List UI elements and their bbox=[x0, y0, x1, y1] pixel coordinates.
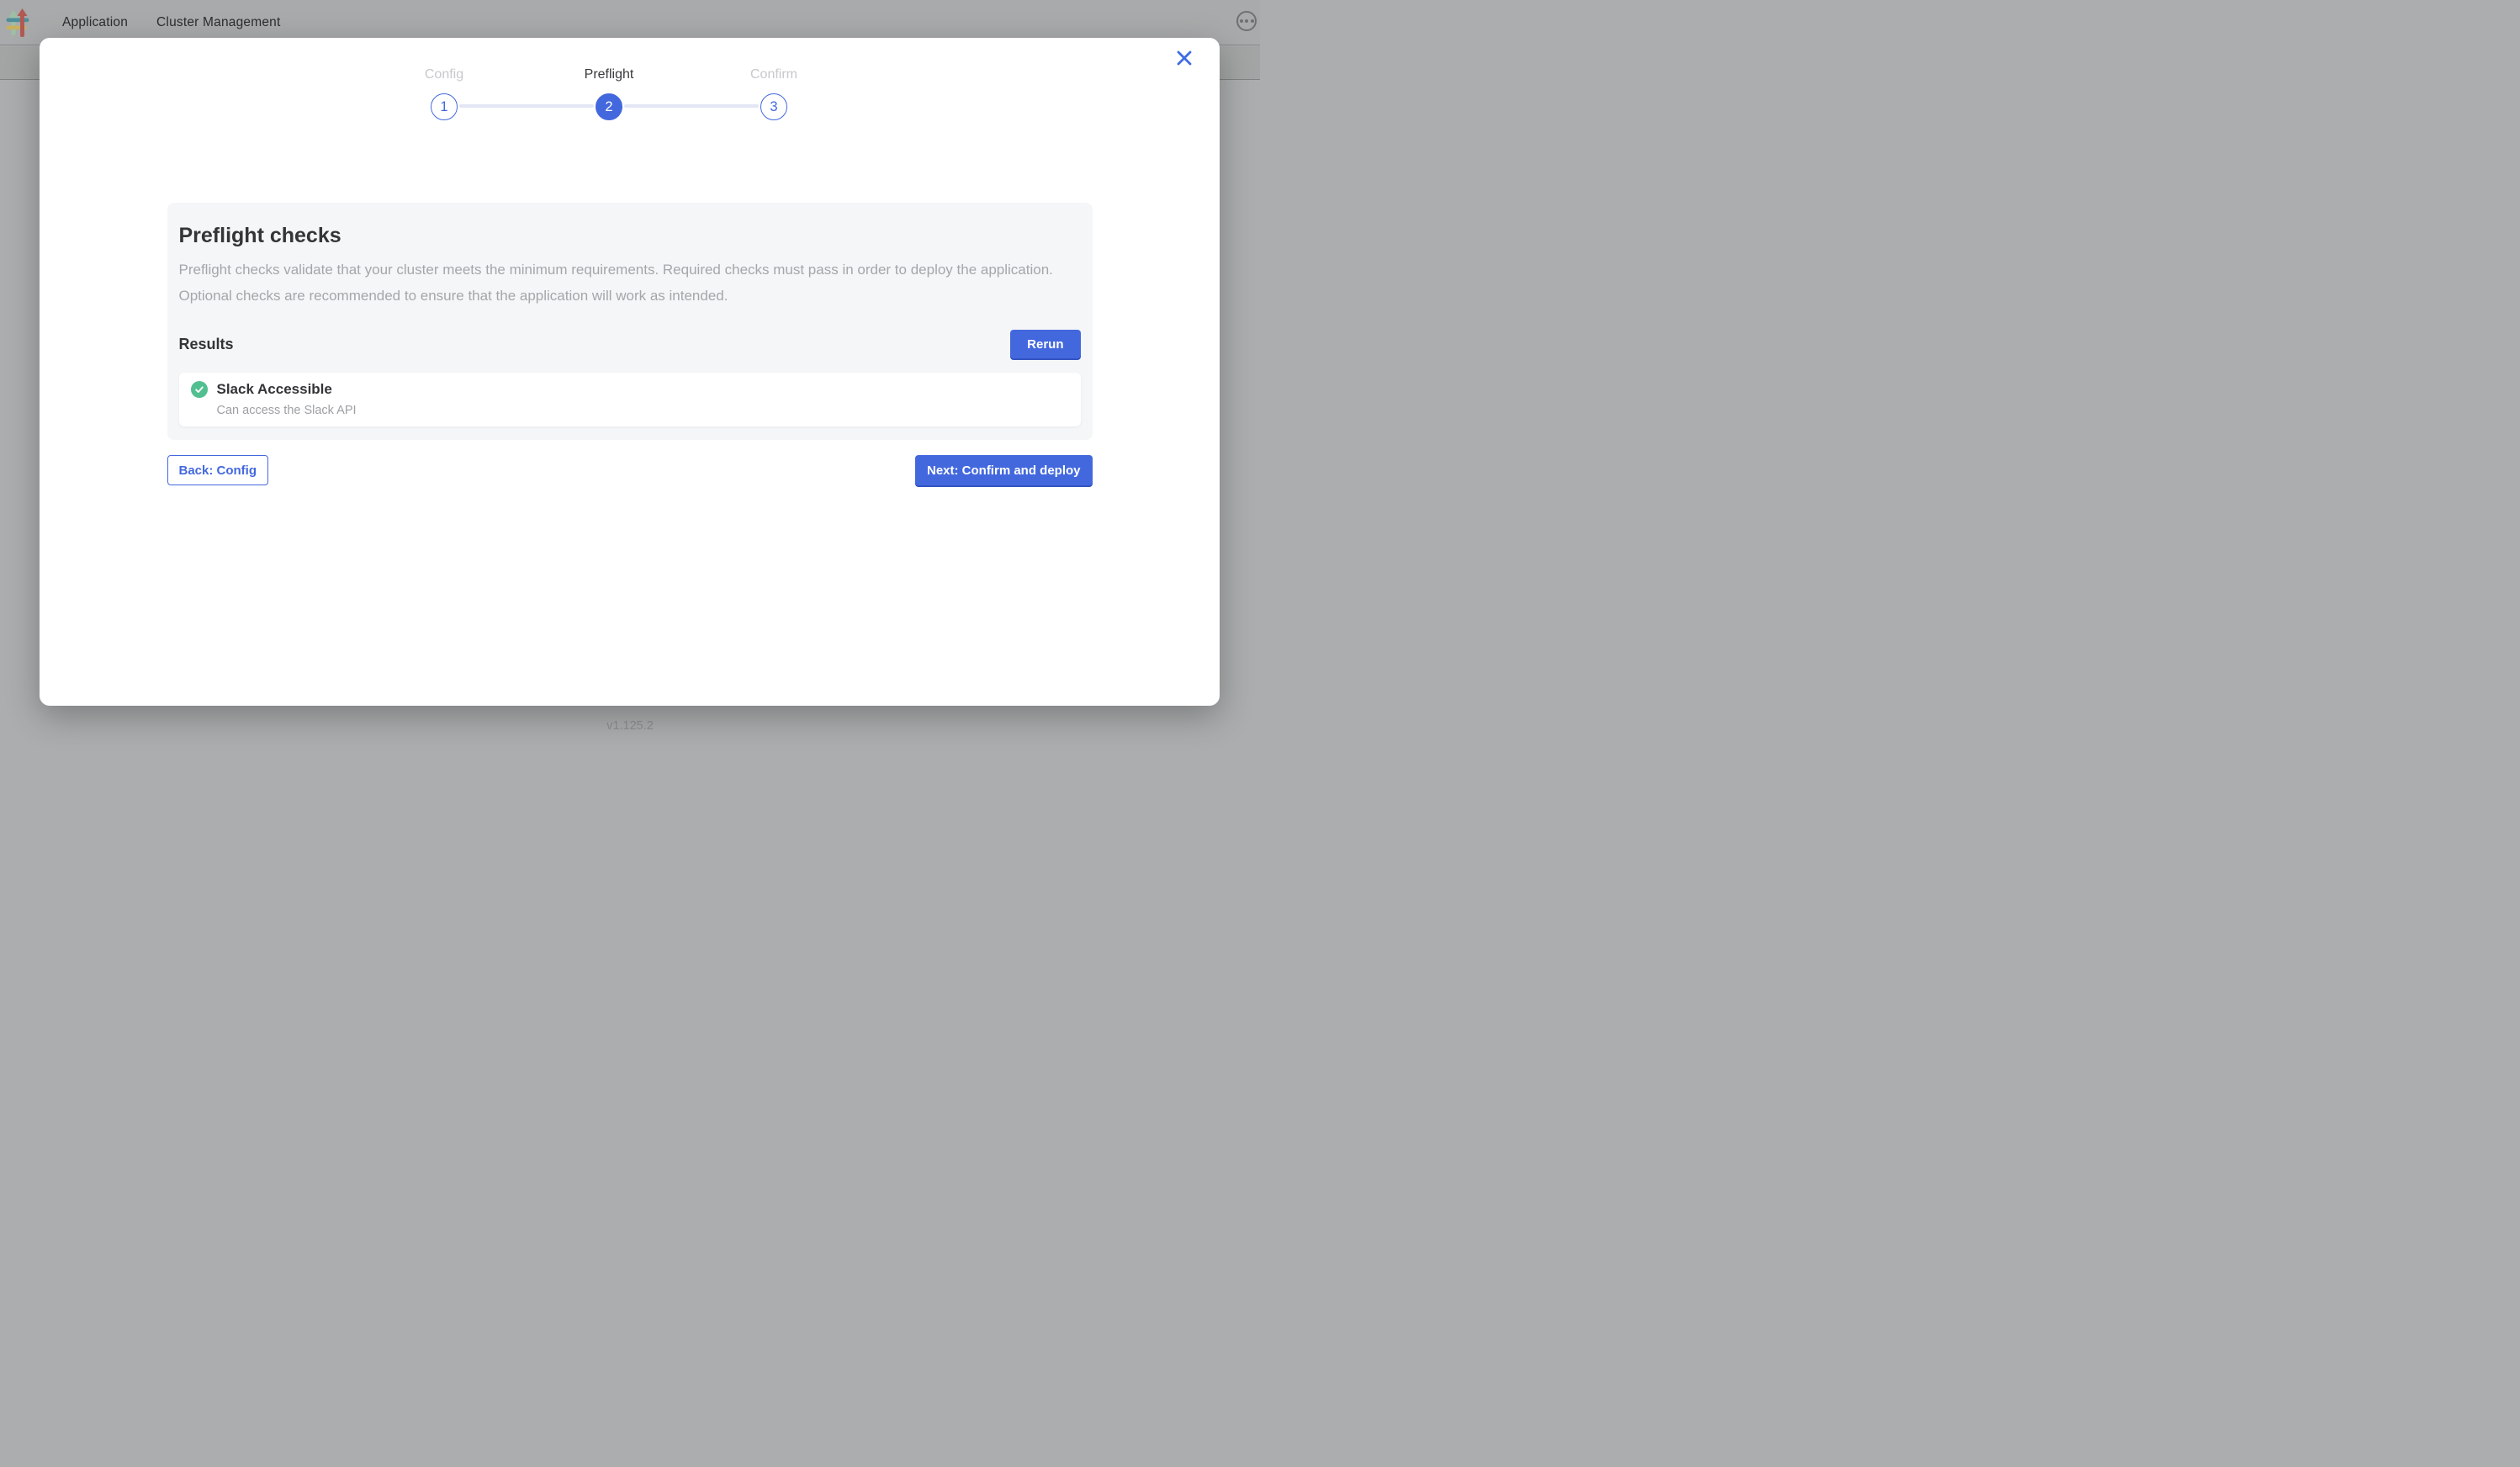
preflight-result-row: Slack Accessible Can access the Slack AP… bbox=[179, 373, 1081, 426]
preflight-checks-card: Preflight checks Preflight checks valida… bbox=[167, 203, 1093, 440]
step-circle-1[interactable]: 1 bbox=[431, 93, 458, 120]
app-version-label: v1.125.2 bbox=[0, 719, 1260, 733]
next-confirm-deploy-button[interactable]: Next: Confirm and deploy bbox=[915, 455, 1093, 485]
rerun-button[interactable]: Rerun bbox=[1010, 330, 1080, 358]
step-label: Config bbox=[385, 66, 503, 83]
step-label: Confirm bbox=[715, 66, 833, 83]
result-text: Slack Accessible Can access the Slack AP… bbox=[217, 381, 357, 418]
results-heading: Results bbox=[179, 336, 234, 353]
stepper-connector bbox=[624, 104, 759, 108]
nav-tab-cluster-management[interactable]: Cluster Management bbox=[156, 15, 280, 30]
step-circle-3[interactable]: 3 bbox=[760, 93, 787, 120]
preflight-description: Preflight checks validate that your clus… bbox=[179, 257, 1081, 309]
back-config-button[interactable]: Back: Config bbox=[167, 455, 269, 485]
step-confirm: Confirm 3 bbox=[715, 66, 833, 120]
step-label: Preflight bbox=[550, 66, 668, 83]
wizard-footer: Back: Config Next: Confirm and deploy bbox=[167, 455, 1093, 485]
results-header-row: Results Rerun bbox=[179, 330, 1081, 358]
stepper-connector bbox=[459, 104, 594, 108]
preflight-title: Preflight checks bbox=[179, 224, 1081, 248]
nav-tab-application[interactable]: Application bbox=[62, 15, 128, 30]
wizard-stepper: Config 1 Preflight 2 Confirm 3 bbox=[40, 38, 1220, 139]
app-logo-icon bbox=[6, 7, 29, 37]
overflow-menu-ellipsis-icon[interactable] bbox=[1236, 11, 1257, 31]
result-detail: Can access the Slack API bbox=[217, 404, 357, 418]
step-config: Config 1 bbox=[385, 66, 503, 120]
check-circle-icon bbox=[191, 381, 208, 398]
step-preflight: Preflight 2 bbox=[550, 66, 668, 120]
preflight-wizard-modal: Config 1 Preflight 2 Confirm 3 Preflight… bbox=[40, 38, 1220, 706]
result-name: Slack Accessible bbox=[217, 381, 357, 398]
step-circle-2[interactable]: 2 bbox=[596, 93, 622, 120]
